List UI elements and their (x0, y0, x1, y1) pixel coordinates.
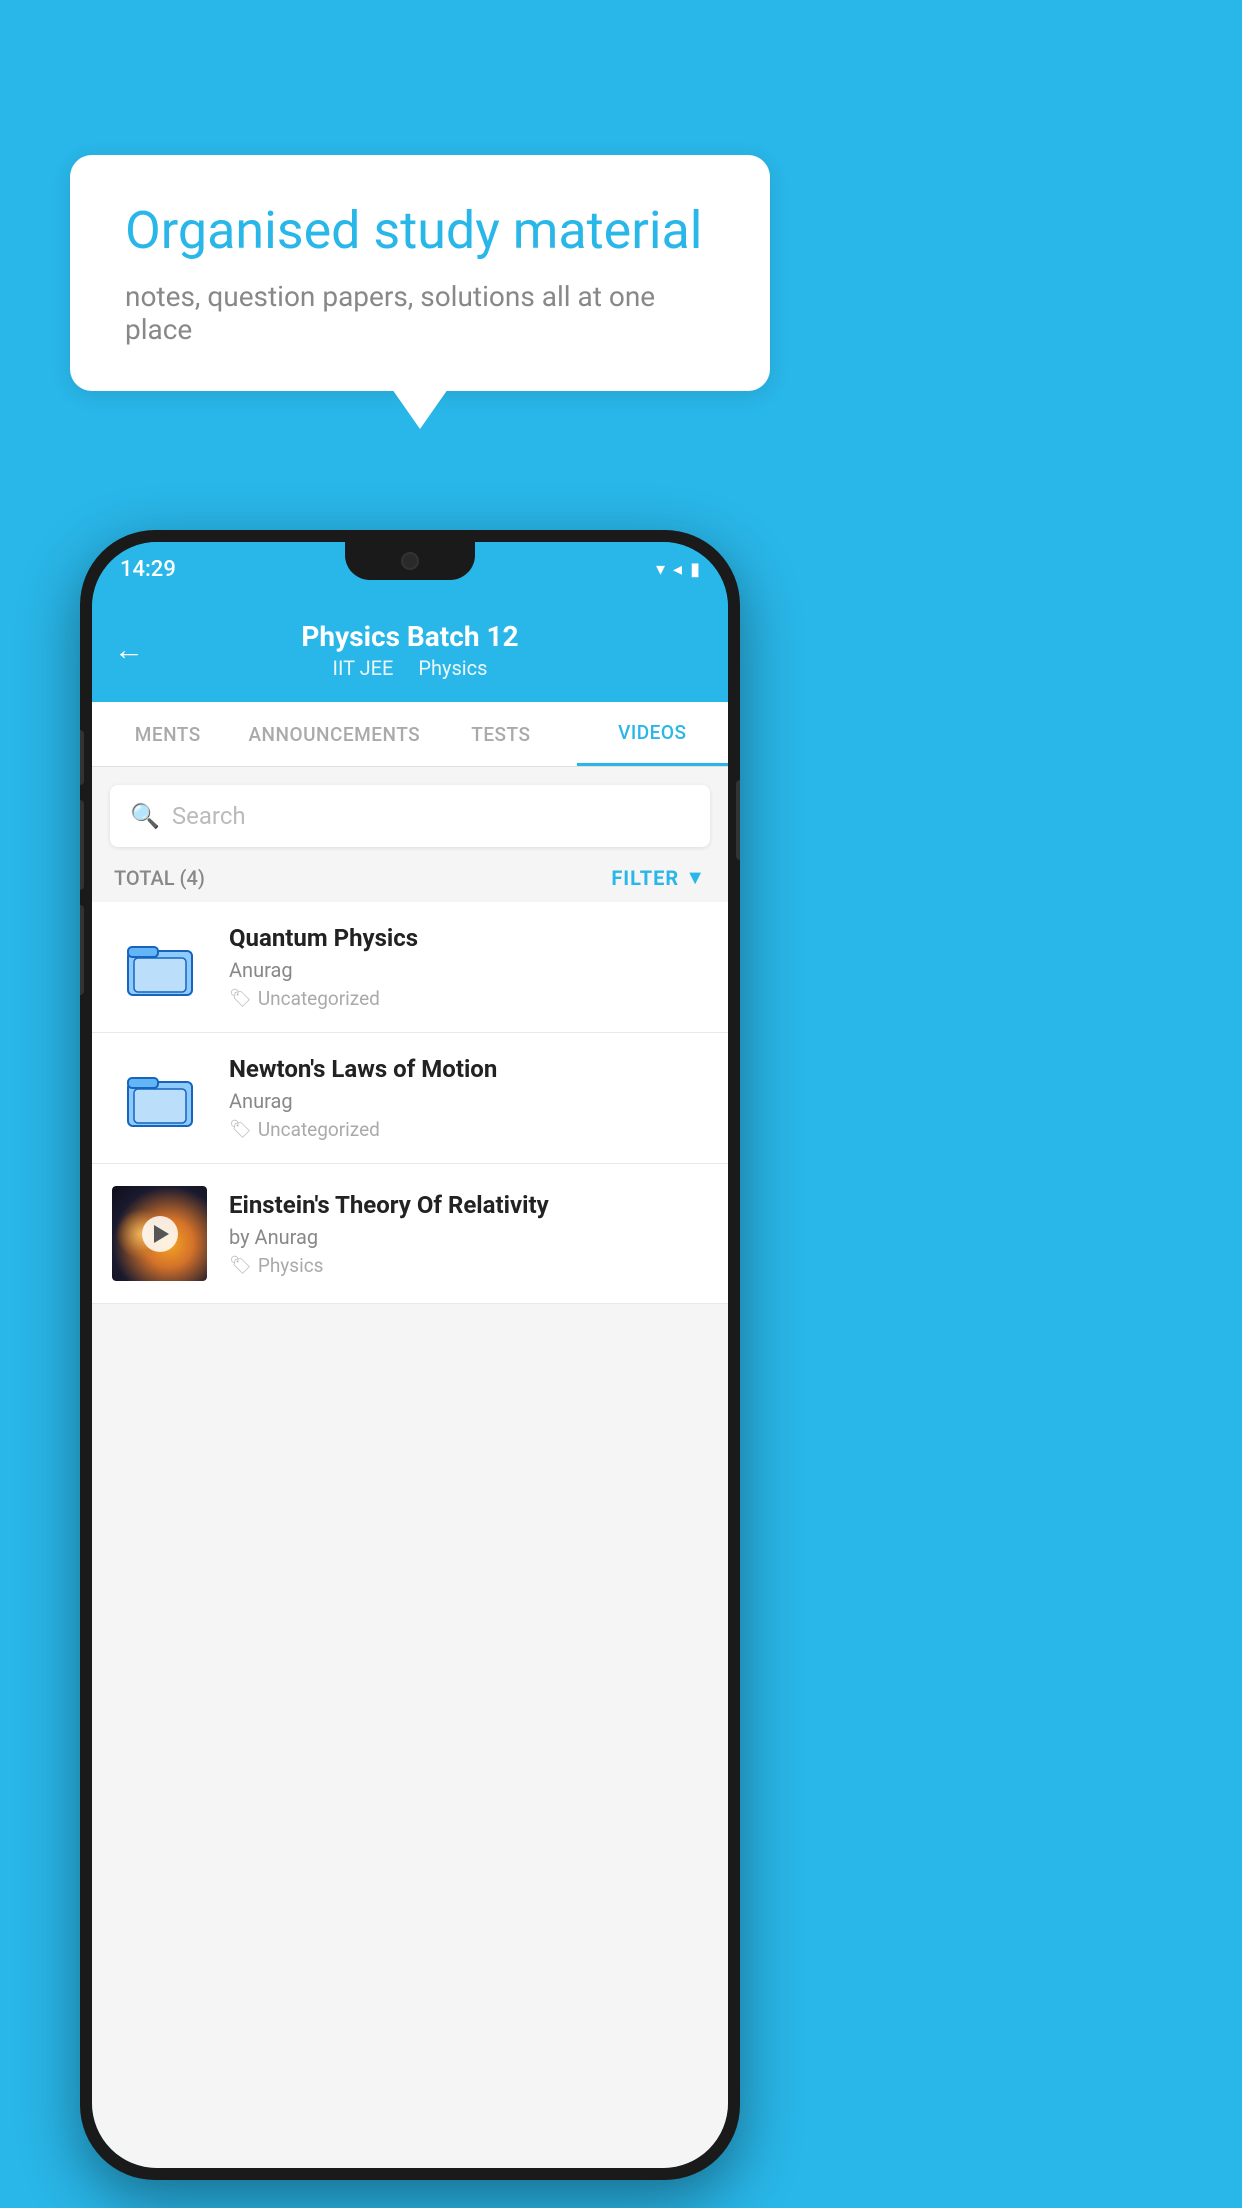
tab-bar: MENTS ANNOUNCEMENTS TESTS VIDEOS (92, 702, 728, 767)
video-author-einstein: by Anurag (229, 1225, 708, 1249)
tag-icon-einstein: 🏷 (229, 1255, 252, 1276)
app-header: ← Physics Batch 12 IIT JEE Physics (92, 597, 728, 702)
search-icon: 🔍 (130, 802, 160, 830)
battery-icon: ▮ (690, 559, 700, 580)
header-subtitle: IIT JEE Physics (328, 656, 493, 680)
bubble-title: Organised study material (125, 200, 715, 262)
volume-up-button (80, 800, 84, 890)
filter-icon: ▼ (685, 865, 706, 890)
back-button[interactable]: ← (114, 632, 144, 667)
video-thumbnail-einstein (112, 1186, 207, 1281)
status-icons: ▾ ◂ ▮ (656, 559, 700, 580)
speech-bubble: Organised study material notes, question… (70, 155, 770, 391)
header-title: Physics Batch 12 (301, 620, 518, 653)
video-tag-newton: 🏷 Uncategorized (229, 1118, 708, 1141)
play-button[interactable] (142, 1216, 178, 1252)
header-subtitle-physics: Physics (418, 656, 487, 680)
play-triangle-icon (154, 1225, 169, 1243)
tab-announcements[interactable]: ANNOUNCEMENTS (243, 702, 425, 766)
tag-label-newton: Uncategorized (258, 1118, 380, 1141)
tab-ments[interactable]: MENTS (92, 702, 243, 766)
tag-icon-newton: 🏷 (229, 1119, 252, 1140)
video-tag-einstein: 🏷 Physics (229, 1254, 708, 1277)
phone-notch (345, 542, 475, 580)
video-item-einstein[interactable]: Einstein's Theory Of Relativity by Anura… (92, 1164, 728, 1304)
signal-icon: ◂ (673, 559, 682, 580)
filter-button[interactable]: FILTER ▼ (611, 865, 706, 890)
folder-icon-newton (112, 1062, 207, 1134)
video-info-newton: Newton's Laws of Motion Anurag 🏷 Uncateg… (229, 1055, 708, 1141)
video-title-einstein: Einstein's Theory Of Relativity (229, 1191, 708, 1219)
video-info-einstein: Einstein's Theory Of Relativity by Anura… (229, 1191, 708, 1277)
content-area: 🔍 Search TOTAL (4) FILTER ▼ (92, 767, 728, 2168)
volume-down-button (80, 905, 84, 995)
video-info-quantum: Quantum Physics Anurag 🏷 Uncategorized (229, 924, 708, 1010)
search-placeholder: Search (172, 802, 246, 830)
tag-label-quantum: Uncategorized (258, 987, 380, 1010)
folder-icon-quantum (112, 931, 207, 1003)
video-author-quantum: Anurag (229, 958, 708, 982)
bubble-subtitle: notes, question papers, solutions all at… (125, 280, 715, 346)
filter-label: FILTER (611, 866, 679, 890)
filter-bar: TOTAL (4) FILTER ▼ (92, 847, 728, 902)
video-author-newton: Anurag (229, 1089, 708, 1113)
phone-screen: 14:29 ▾ ◂ ▮ ← Physics Batch 12 IIT JEE P… (92, 542, 728, 2168)
video-list: Quantum Physics Anurag 🏷 Uncategorized (92, 902, 728, 1304)
front-camera (401, 552, 419, 570)
video-item-newton[interactable]: Newton's Laws of Motion Anurag 🏷 Uncateg… (92, 1033, 728, 1164)
power-button (736, 780, 740, 860)
thumbnail-image (112, 1186, 207, 1281)
tab-videos[interactable]: VIDEOS (577, 702, 728, 766)
header-subtitle-iit: IIT JEE (333, 656, 394, 680)
tab-tests[interactable]: TESTS (425, 702, 576, 766)
status-time: 14:29 (120, 557, 176, 582)
search-bar[interactable]: 🔍 Search (110, 785, 710, 847)
video-item-quantum[interactable]: Quantum Physics Anurag 🏷 Uncategorized (92, 902, 728, 1033)
tag-label-einstein: Physics (258, 1254, 324, 1277)
total-count: TOTAL (4) (114, 866, 205, 890)
volume-silent-button (80, 730, 84, 785)
video-title-quantum: Quantum Physics (229, 924, 708, 952)
video-tag-quantum: 🏷 Uncategorized (229, 987, 708, 1010)
phone-frame: 14:29 ▾ ◂ ▮ ← Physics Batch 12 IIT JEE P… (80, 530, 740, 2180)
video-title-newton: Newton's Laws of Motion (229, 1055, 708, 1083)
wifi-icon: ▾ (656, 559, 665, 580)
tag-icon: 🏷 (229, 988, 252, 1009)
